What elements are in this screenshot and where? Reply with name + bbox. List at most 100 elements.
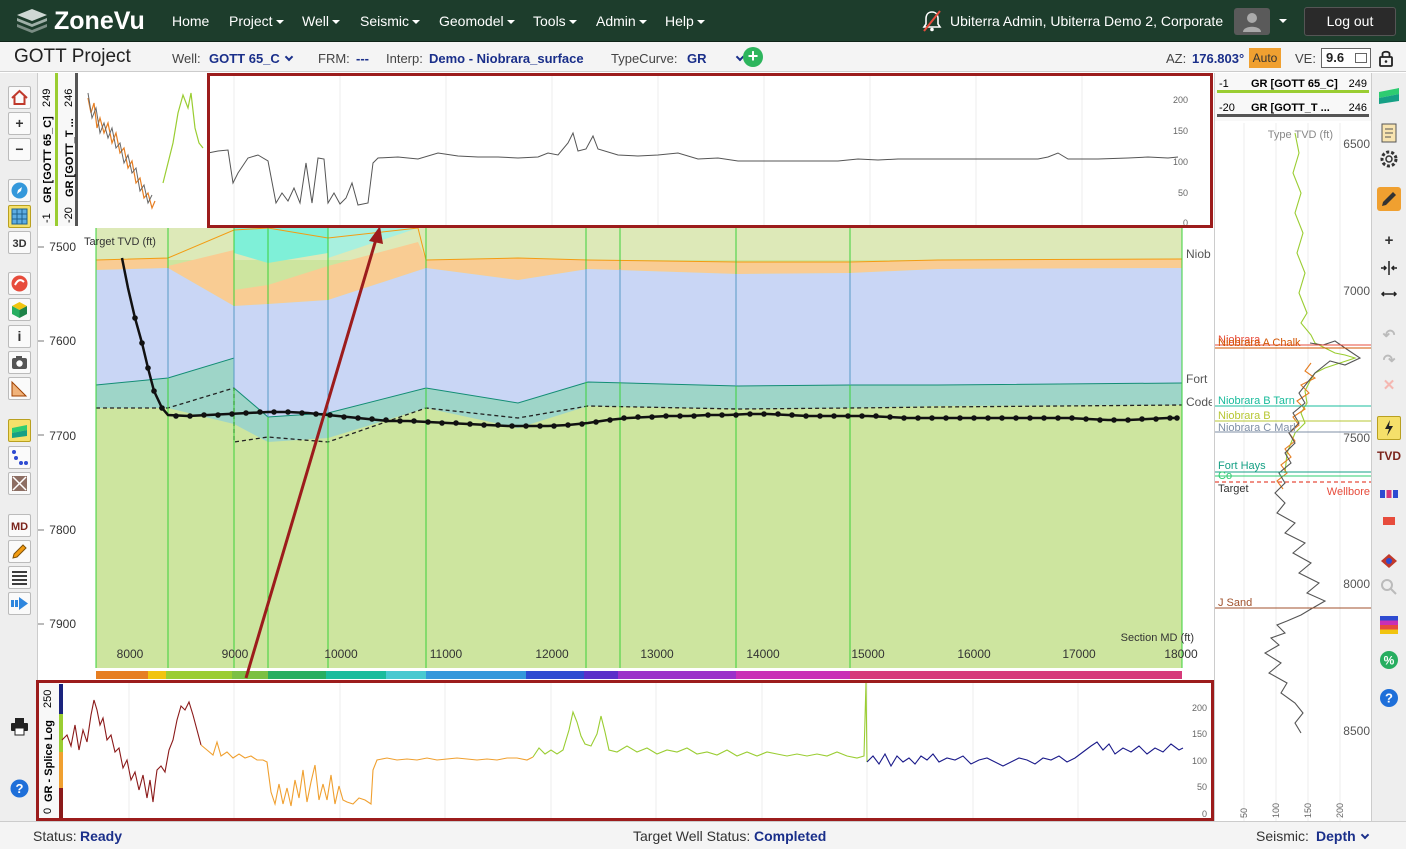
delete-button[interactable]: ✕ [1377, 375, 1401, 399]
preview-scale-150: 150 [1173, 126, 1188, 136]
avatar[interactable] [1234, 8, 1270, 35]
cross-section-plot[interactable]: Target TVD (ft) 7500 7600 7700 7800 7900… [38, 227, 1215, 671]
lightning-button[interactable] [1377, 416, 1401, 440]
palette-button[interactable] [1377, 613, 1401, 637]
az-label: AZ: [1166, 51, 1187, 66]
undo-button[interactable]: ↶ [1377, 325, 1401, 349]
lines-icon [12, 571, 27, 585]
chevron-down-icon [331, 20, 340, 25]
splice-curve-lightgreen [532, 681, 868, 763]
project-title: GOTT Project [14, 46, 131, 67]
track2-bottom: -20 [63, 207, 75, 223]
settings-button[interactable] [1377, 147, 1401, 171]
auto-button[interactable]: Auto [1249, 48, 1281, 68]
frm-value[interactable]: --- [356, 51, 369, 66]
crossplot-button[interactable] [8, 472, 31, 495]
edit-button[interactable] [1377, 187, 1401, 211]
pencil-button[interactable] [8, 540, 31, 563]
type-depth-8500: 8500 [1343, 724, 1370, 738]
chevron-down-icon [696, 20, 705, 25]
3d-view-button[interactable]: 3D [8, 231, 31, 254]
type-log-panel: -1 GR [GOTT 65_C] 249 -20 GR [GOTT_T ...… [1214, 73, 1372, 821]
cube-button[interactable] [8, 298, 31, 321]
view-button[interactable] [1377, 549, 1401, 573]
camera-icon [12, 356, 27, 369]
print-button[interactable] [8, 716, 31, 739]
percent-button[interactable]: % [1377, 648, 1401, 672]
stop-button[interactable] [1377, 509, 1401, 533]
y-axis-title: Target TVD (ft) [84, 236, 156, 248]
x-tick-9000: 9000 [222, 647, 249, 661]
section-view-button[interactable] [1377, 83, 1401, 107]
chevron-down-icon [284, 52, 294, 62]
lock-icon[interactable] [1379, 49, 1393, 67]
info-button[interactable]: i [8, 325, 31, 348]
svg-text:?: ? [1385, 691, 1393, 706]
seismic-mode-select[interactable]: Depth [1316, 828, 1369, 844]
help-button[interactable]: ? [8, 778, 31, 801]
add-typecurve-button[interactable]: + [743, 47, 763, 67]
ve-label: VE: [1295, 51, 1316, 66]
nav-seismic[interactable]: Seismic [360, 13, 421, 29]
dots-icon [12, 450, 28, 465]
well-select[interactable]: GOTT 65_C [209, 51, 294, 66]
nav-project-label: Project [229, 13, 273, 29]
seismic-mode-value: Depth [1316, 828, 1356, 844]
ruler-button[interactable] [8, 377, 31, 400]
type-header2-left: -20 [1219, 102, 1235, 114]
zoom-in-button[interactable]: + [8, 112, 31, 135]
home-button[interactable] [8, 86, 31, 109]
typecurve-label: TypeCurve: [611, 51, 678, 66]
tvd-button[interactable]: TVD [1377, 445, 1401, 469]
forward-icon [11, 597, 28, 610]
nav-admin[interactable]: Admin [596, 13, 647, 29]
help-icon: ? [10, 779, 29, 798]
x-axis-title: Section MD (ft) [1121, 632, 1194, 644]
typecurve-select[interactable]: GR [687, 51, 744, 66]
section-view-button[interactable] [8, 419, 31, 442]
x-tick-8000: 8000 [117, 647, 144, 661]
ve-select[interactable]: 9.6 [1321, 48, 1371, 68]
redo-button[interactable]: ↷ [1377, 350, 1401, 374]
compass-button[interactable] [8, 179, 31, 202]
target-well-status-label: Target Well Status: [633, 828, 751, 844]
search-button[interactable] [1377, 575, 1401, 599]
chevron-down-icon[interactable] [1279, 19, 1287, 23]
resize-button[interactable] [1377, 282, 1401, 306]
interp-value[interactable]: Demo - Niobrara_surface [429, 51, 584, 66]
split-button[interactable] [1377, 256, 1401, 280]
grid-button[interactable] [8, 205, 31, 228]
formation-label-code: Code [1186, 395, 1212, 409]
nav-tools[interactable]: Tools [533, 13, 577, 29]
tracks-button[interactable] [1377, 482, 1401, 506]
notifications-off-icon[interactable] [922, 10, 942, 32]
camera-button[interactable] [8, 351, 31, 374]
nav-well[interactable]: Well [302, 13, 340, 29]
y-tick-7600: 7600 [49, 334, 76, 348]
add-button[interactable]: + [1377, 230, 1401, 254]
nav-geomodel[interactable]: Geomodel [439, 13, 515, 29]
ruler-icon [11, 380, 28, 397]
nav-help[interactable]: Help [665, 13, 705, 29]
chevron-down-icon [1360, 830, 1369, 840]
nav-project[interactable]: Project [229, 13, 284, 29]
status-label: Status: [33, 828, 77, 844]
zoom-out-button[interactable]: − [8, 138, 31, 161]
document-button[interactable] [1377, 121, 1401, 145]
target-well-status-value: Completed [754, 828, 827, 844]
logout-button[interactable]: Log out [1304, 7, 1396, 36]
log-preview-strip: 249 GR [GOTT 65_C] -1 246 GR [GOTT_T ...… [38, 73, 1212, 228]
section-icon [12, 425, 27, 438]
forward-button[interactable] [8, 592, 31, 615]
lines-button[interactable] [8, 566, 31, 589]
3d-view-icon: 3D [12, 238, 27, 250]
seismic-button[interactable] [8, 272, 31, 295]
right-help-button[interactable]: ? [1377, 686, 1401, 710]
preview-scale-50: 50 [1178, 188, 1188, 198]
nav-home[interactable]: Home [172, 13, 209, 29]
md-button[interactable]: MD [8, 514, 31, 537]
app-logo[interactable]: ZoneVu [16, 6, 156, 36]
user-name: Ubiterra Admin, Ubiterra Demo 2, Corpora… [950, 13, 1224, 29]
dots-button[interactable] [8, 446, 31, 469]
splice-tick-0: 0 [1202, 809, 1207, 819]
